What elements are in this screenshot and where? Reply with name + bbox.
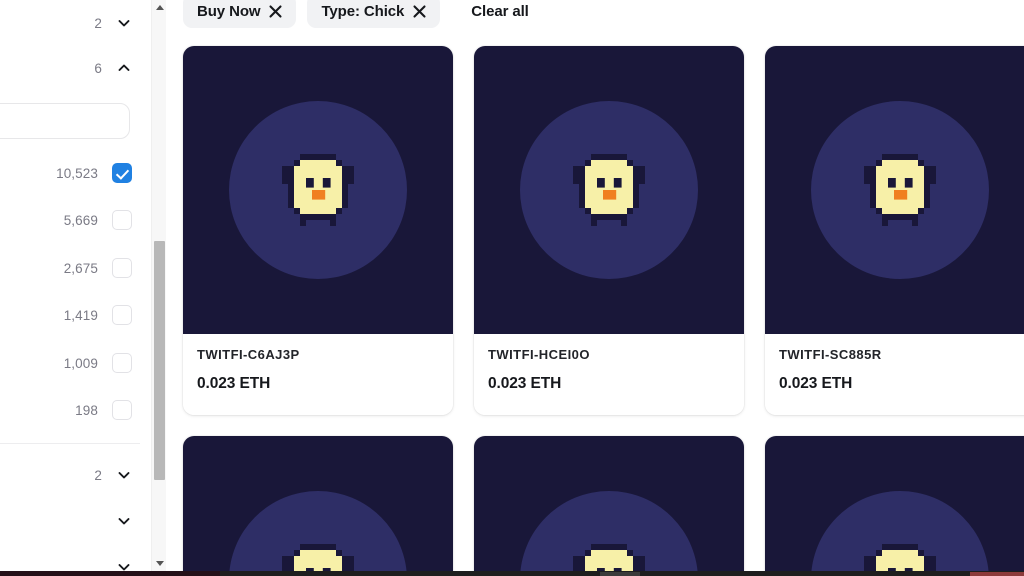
nft-price: 0.023 ETH [197,375,271,392]
filter-option-row[interactable]: 5,669 [64,208,132,232]
chevron-up-icon[interactable] [116,60,132,76]
nft-card[interactable] [474,436,744,571]
filter-option-checkbox[interactable] [112,258,132,278]
chevron-down-icon[interactable] [116,513,132,529]
sidebar-scrollbar[interactable] [151,0,166,571]
strip-segment-b [970,572,1024,576]
chevron-down-icon[interactable] [116,15,132,31]
chick-pixel-art-icon [282,544,354,571]
filter-group-count: 2 [94,15,102,31]
nft-card-grid: TWITFI-C6AJ3P 0.023 ETH TWITFI-HCEI0O 0.… [183,46,1024,571]
filter-sidebar: 2 6 10,523 5,669 2,675 1,419 1,009 198 2 [0,0,140,571]
filter-group-header-collapsed-1[interactable]: 2 [94,462,132,488]
filter-option-count: 2,675 [63,260,98,276]
chevron-down-icon[interactable] [116,559,132,571]
nft-artwork [183,436,453,571]
nft-card[interactable] [183,436,453,571]
chick-pixel-art-icon [282,154,354,226]
filter-chip-label: Type: Chick [321,2,405,20]
nft-price: 0.023 ETH [779,375,853,392]
browser-bottom-strip [0,571,1024,576]
nft-card[interactable]: TWITFI-SC885R 0.023 ETH [765,46,1024,415]
nft-card[interactable] [765,436,1024,571]
chevron-down-icon[interactable] [116,467,132,483]
filter-option-count: 10,523 [56,165,98,181]
filter-group-header-expanded[interactable]: 6 [94,55,132,81]
nft-price: 0.023 ETH [488,375,562,392]
sidebar-divider [0,443,140,444]
filter-option-checkbox[interactable] [112,163,132,183]
main-content: Buy Now Type: Chick Clear all TWITFI-C6A… [166,0,1024,571]
filter-group-count: 2 [94,467,102,483]
filter-option-row[interactable]: 1,419 [64,303,132,327]
nft-title: TWITFI-SC885R [779,347,882,362]
nft-artwork [183,46,453,334]
filter-option-count: 5,669 [63,212,98,228]
nft-card[interactable]: TWITFI-HCEI0O 0.023 ETH [474,46,744,415]
nft-card-body: TWITFI-HCEI0O 0.023 ETH [474,334,744,415]
filter-search-input[interactable] [0,103,130,139]
filter-chip-type-chick[interactable]: Type: Chick [307,0,441,28]
filter-group-header-collapsed-3[interactable] [102,554,132,571]
close-icon[interactable] [269,4,283,18]
filter-option-checkbox[interactable] [112,353,132,373]
nft-artwork [765,436,1024,571]
page-root: 2 6 10,523 5,669 2,675 1,419 1,009 198 2… [0,0,1024,576]
nft-artwork [474,436,744,571]
clear-all-button[interactable]: Clear all [471,3,529,20]
filter-option-checkbox[interactable] [112,305,132,325]
strip-segment-a [600,572,640,576]
filter-option-checkbox[interactable] [112,400,132,420]
nft-title: TWITFI-HCEI0O [488,347,590,362]
filter-option-row[interactable]: 10,523 [56,161,132,185]
chick-pixel-art-icon [573,154,645,226]
scroll-up-arrow-icon[interactable] [152,0,167,15]
nft-title: TWITFI-C6AJ3P [197,347,300,362]
scroll-down-arrow-icon[interactable] [152,556,167,571]
scrollbar-thumb[interactable] [154,241,165,480]
active-filters-bar: Buy Now Type: Chick Clear all [183,0,529,31]
filter-group-count: 6 [94,60,102,76]
filter-chip-buy-now[interactable]: Buy Now [183,0,297,28]
filter-chip-label: Buy Now [197,2,261,20]
chick-pixel-art-icon [864,154,936,226]
filter-option-count: 1,009 [63,355,98,371]
filter-group-header-collapsed-2[interactable] [102,508,132,534]
filter-option-row[interactable]: 198 [75,398,132,422]
nft-card-body: TWITFI-C6AJ3P 0.023 ETH [183,334,453,415]
chick-pixel-art-icon [864,544,936,571]
nft-card-body: TWITFI-SC885R 0.023 ETH [765,334,1024,415]
nft-artwork [765,46,1024,334]
filter-option-row[interactable]: 1,009 [64,351,132,375]
filter-option-checkbox[interactable] [112,210,132,230]
close-icon[interactable] [413,4,426,18]
nft-card[interactable]: TWITFI-C6AJ3P 0.023 ETH [183,46,453,415]
filter-option-count: 1,419 [63,307,98,323]
filter-option-count: 198 [75,402,98,418]
filter-option-row[interactable]: 2,675 [64,256,132,280]
nft-artwork [474,46,744,334]
filter-group-header-collapsed-top[interactable]: 2 [94,10,132,36]
chick-pixel-art-icon [573,544,645,571]
